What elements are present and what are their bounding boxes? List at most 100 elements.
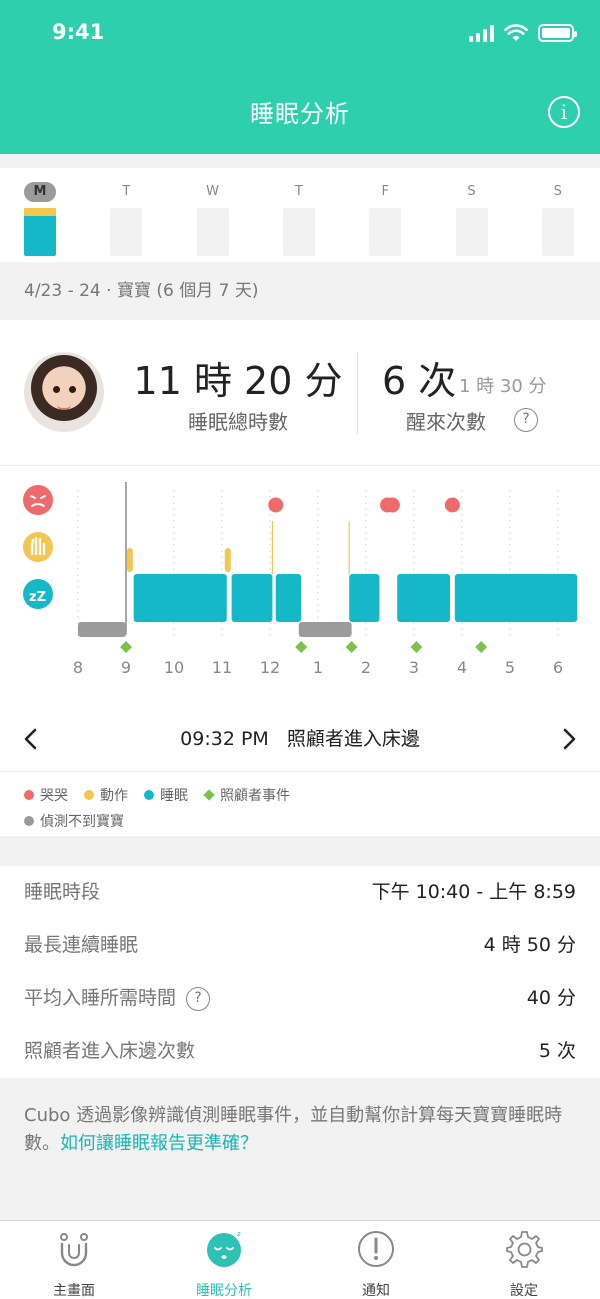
legend-undetected: 偵測不到寶寶 <box>24 811 124 831</box>
sleep-face-icon: z <box>207 1230 241 1267</box>
page-title: 睡眠分析 <box>250 100 350 128</box>
detail-row-longest-sleep: 最長連續睡眠 4 時 50 分 <box>24 934 576 956</box>
sleep-details: 睡眠時段 下午 10:40 - 上午 8:59 最長連續睡眠 4 時 50 分 平均… <box>0 866 600 1078</box>
wifi-icon <box>504 24 528 41</box>
day-letter: S <box>553 184 562 199</box>
caregiver-event <box>410 641 423 653</box>
legend-cry: 哭哭 <box>24 785 68 805</box>
section-spacer <box>0 154 600 168</box>
sleep-segment <box>133 574 227 622</box>
day-sleep-bar <box>24 208 56 256</box>
detail-row-fall-asleep-time: 平均入睡所需時間? 40 分 <box>24 986 576 1011</box>
accuracy-help-link[interactable]: 如何讓睡眠報告更準確？ <box>60 1133 258 1154</box>
zz-glyph: zZ <box>29 590 46 605</box>
caregiver-event <box>120 641 132 653</box>
hour-tick-label: 6 <box>553 658 563 677</box>
week-selector: MTWTFSS <box>0 168 600 262</box>
sleep-segment <box>275 574 302 622</box>
alert-icon <box>358 1231 394 1267</box>
tab-settings[interactable]: 設定 <box>464 1229 584 1299</box>
hour-tick-label: 12 <box>260 658 280 677</box>
battery-icon <box>538 24 577 42</box>
sleep-timeline[interactable]: zZ 8 9 10 11 12 1 2 3 4 5 6 <box>0 466 600 706</box>
motion-row-icon <box>23 532 53 562</box>
day-0[interactable]: M <box>20 180 60 256</box>
day-4[interactable]: F <box>365 180 405 256</box>
sleep-segment <box>349 574 380 622</box>
detail-row-caregiver-visits: 照顧者進入床邊次數 5 次 <box>24 1040 576 1062</box>
hour-tick-label: 2 <box>361 658 371 677</box>
summary-divider <box>357 352 358 434</box>
day-letter: T <box>122 184 131 199</box>
help-icon[interactable]: ? <box>514 408 538 432</box>
legend-motion: 動作 <box>84 785 128 805</box>
day-1[interactable]: T <box>106 180 146 256</box>
motion-event <box>126 548 133 572</box>
baby-avatar[interactable] <box>24 352 104 432</box>
undetected-segment <box>78 622 126 637</box>
tab-sleep-analysis[interactable]: z 睡眠分析 <box>164 1229 284 1299</box>
home-icon <box>60 1233 88 1267</box>
tab-home[interactable]: 主畫面 <box>14 1229 134 1299</box>
svg-text:z: z <box>237 1230 241 1238</box>
day-letter: M <box>24 182 56 202</box>
hour-tick-label: 3 <box>409 658 419 677</box>
signal-icon <box>469 24 494 42</box>
caregiver-event <box>345 641 358 653</box>
day-5[interactable]: S <box>452 180 492 256</box>
undetected-segment <box>298 622 352 637</box>
cry-event <box>268 497 284 513</box>
info-note: Cubo 透過影像辨識偵測睡眠事件，並自動幫你計算每天寶寶睡眠時數。如何讓睡眠報… <box>0 1078 600 1220</box>
total-sleep-label: 睡眠總時數 <box>188 410 288 434</box>
sleep-segment <box>454 574 578 622</box>
gear-icon <box>506 1231 543 1268</box>
date-subtitle: 4/23 - 24 · 寶寶 (6 個月 7 天) <box>0 262 600 320</box>
hour-tick-label: 8 <box>73 658 83 677</box>
caregiver-event <box>295 641 308 653</box>
day-2[interactable]: W <box>193 180 233 256</box>
legend-sleep: 睡眠 <box>144 785 188 805</box>
event-navigator: 09:32 PM 照顧者進入床邊 <box>0 706 600 772</box>
day-sleep-bar <box>196 208 229 256</box>
event-label: 照顧者進入床邊 <box>286 728 420 750</box>
day-letter: T <box>294 184 303 199</box>
day-sleep-bar <box>369 208 402 256</box>
cry-event <box>384 497 400 513</box>
wake-duration: 1 時 30 分 <box>459 376 547 397</box>
hour-tick-label: 11 <box>212 658 232 677</box>
day-6[interactable]: S <box>538 180 578 256</box>
sleep-summary: 11 時 20 分 睡眠總時數 6 次 1 時 30 分 醒來次數 ? <box>0 320 600 466</box>
sleep-segment <box>231 574 273 622</box>
bottom-tab-bar: 主畫面 z 睡眠分析 通知 設定 <box>0 1220 600 1299</box>
day-letter: F <box>381 184 389 199</box>
status-icons <box>469 24 577 42</box>
legend-caregiver: 照顧者事件 <box>203 785 290 805</box>
hour-tick-label: 5 <box>505 658 515 677</box>
day-sleep-bar <box>282 208 315 256</box>
day-sleep-bar <box>455 208 488 256</box>
section-spacer <box>0 836 600 866</box>
total-sleep-value: 11 時 20 分 <box>133 359 343 403</box>
day-letter: W <box>206 184 220 199</box>
info-icon[interactable]: i <box>548 96 580 128</box>
wake-count-value: 6 次 <box>382 359 457 403</box>
hour-tick-label: 10 <box>164 658 184 677</box>
next-event-arrow-icon[interactable] <box>554 724 584 754</box>
day-sleep-bar <box>541 208 574 256</box>
day-3[interactable]: T <box>279 180 319 256</box>
day-sleep-bar <box>110 208 143 256</box>
cry-event <box>444 497 460 513</box>
current-event: 09:32 PM 照顧者進入床邊 <box>0 724 600 751</box>
detail-row-sleep-period: 睡眠時段 下午 10:40 - 上午 8:59 <box>24 881 576 903</box>
day-letter: S <box>467 184 476 199</box>
hour-tick-label: 4 <box>457 658 467 677</box>
motion-event <box>224 548 231 572</box>
help-icon[interactable]: ? <box>186 986 211 1011</box>
sleep-segment <box>397 574 450 622</box>
wake-count-label: 醒來次數 <box>406 410 486 434</box>
app-header: 9:41 睡眠分析 i <box>0 0 600 154</box>
hour-tick-label: 9 <box>121 658 131 677</box>
hour-tick-label: 1 <box>313 658 323 677</box>
status-time: 9:41 <box>52 20 105 44</box>
tab-notifications[interactable]: 通知 <box>316 1229 436 1299</box>
